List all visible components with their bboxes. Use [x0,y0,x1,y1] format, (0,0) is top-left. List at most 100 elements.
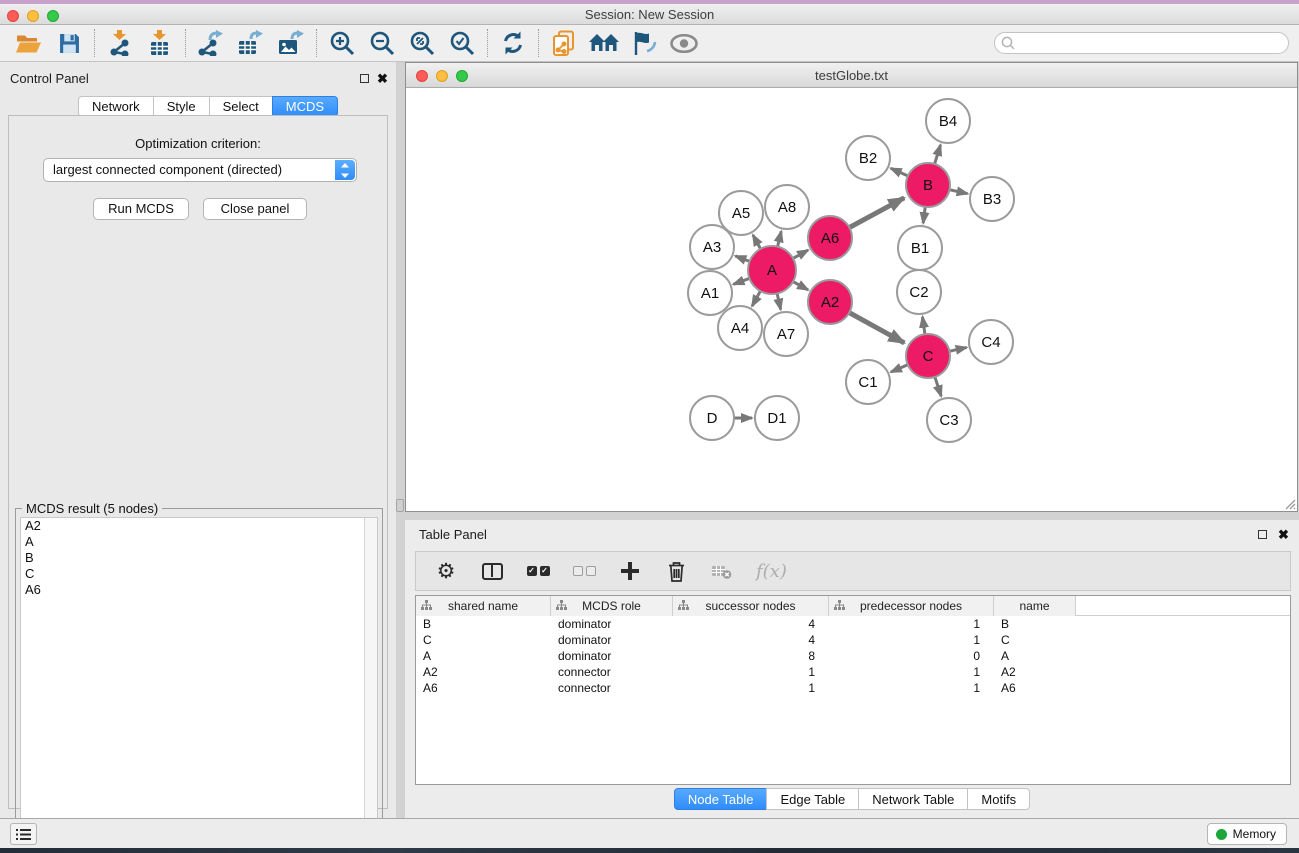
memory-button[interactable]: Memory [1207,823,1287,845]
table-options-gear-icon[interactable]: ⚙ [434,557,458,585]
float-panel-icon[interactable] [360,74,369,83]
control-panel-title: Control Panel [10,71,89,86]
mcds-list-scrollbar[interactable] [364,518,377,842]
refresh-icon[interactable] [496,28,530,58]
open-folder-icon[interactable] [12,28,46,58]
table-cell: C [416,632,551,648]
zoom-fit-icon[interactable] [405,28,439,58]
vertical-splitter-handle[interactable] [396,499,404,512]
close-panel-button[interactable]: Close panel [203,198,307,220]
memory-status-dot [1216,829,1227,840]
table-body: Bdominator41BCdominator41CAdominator80AA… [416,616,1290,696]
table-cell: A [994,648,1076,664]
export-image-icon[interactable] [274,28,308,58]
table-row[interactable]: Cdominator41C [416,632,1290,648]
graph-node-label-A8: A8 [778,199,796,216]
column-header-mcds-role[interactable]: MCDS role [551,596,673,616]
network-canvas[interactable]: B4B2BB3A5A8A6A3AB1A1A2C2A4A7C4CC1C3DD1 [406,89,1297,511]
status-bar: Memory [0,818,1299,848]
tab-motifs[interactable]: Motifs [967,788,1030,810]
table-cell: dominator [551,616,673,632]
column-header-name[interactable]: name [994,596,1076,616]
deselect-all-checkboxes-icon[interactable] [572,557,596,585]
graph-node-label-A1: A1 [701,285,719,302]
mcds-result-item[interactable]: C [21,566,377,582]
graph-node-label-B4: B4 [939,113,957,130]
network-window-titlebar: testGlobe.txt [406,63,1297,88]
function-builder-icon[interactable]: f(x) [756,557,787,585]
table-row[interactable]: A2connector11A2 [416,664,1290,680]
hide-selected-icon[interactable] [627,28,661,58]
optimization-criterion-dropdown[interactable]: largest connected component (directed) [43,158,357,182]
table-cell: B [416,616,551,632]
graph-node-label-C3: C3 [939,412,958,429]
delete-column-trash-icon[interactable] [664,557,688,585]
table-cell: 0 [829,648,994,664]
task-history-button[interactable] [10,823,37,845]
float-table-panel-icon[interactable] [1258,530,1267,539]
column-header-shared-name[interactable]: shared name [416,596,551,616]
tab-style[interactable]: Style [153,96,210,117]
zoom-out-icon[interactable] [365,28,399,58]
table-cell: 1 [829,664,994,680]
table-toolbar: ⚙ ✓✓ f(x) [415,551,1291,591]
close-table-panel-icon[interactable]: ✖ [1278,529,1289,540]
tab-mcds[interactable]: MCDS [272,96,338,117]
tab-node-table[interactable]: Node Table [674,788,768,810]
zoom-in-icon[interactable] [325,28,359,58]
column-header-successor-nodes[interactable]: successor nodes [673,596,829,616]
tab-edge-table[interactable]: Edge Table [766,788,859,810]
network-view-window: testGlobe.txt B4B2BB3A5A8A6A3AB1A1A2C2A4… [405,62,1298,512]
import-network-icon[interactable] [103,28,137,58]
toolbar-separator [316,29,317,57]
table-row[interactable]: A6connector11A6 [416,680,1290,696]
mcds-result-title: MCDS result (5 nodes) [22,501,162,516]
graph-node-label-A: A [767,262,777,279]
table-cell: 1 [829,632,994,648]
show-column-icon[interactable] [480,557,504,585]
column-header-predecessor-nodes[interactable]: predecessor nodes [829,596,994,616]
table-cell: connector [551,664,673,680]
table-cell: A [416,648,551,664]
mcds-result-item[interactable]: A6 [21,582,377,598]
table-cell: 1 [829,616,994,632]
table-panel-tabs: Node TableEdge TableNetwork TableMotifs [405,788,1299,810]
resize-grip-icon[interactable] [1282,496,1296,510]
table-cell: B [994,616,1076,632]
mcds-result-item[interactable]: A [21,534,377,550]
table-row[interactable]: Bdominator41B [416,616,1290,632]
tab-network-table[interactable]: Network Table [858,788,968,810]
zoom-selected-icon[interactable] [445,28,479,58]
toolbar-separator [487,29,488,57]
mcds-tab-content: Optimization criterion: largest connecte… [8,115,388,809]
search-input[interactable] [994,32,1289,54]
table-panel: Table Panel ✖ ⚙ ✓✓ f(x) shared name [405,520,1299,818]
desktop-bottom-strip [0,848,1299,853]
import-table-icon[interactable] [143,28,177,58]
table-cell: 1 [829,680,994,696]
tab-network[interactable]: Network [78,96,154,117]
mcds-result-item[interactable]: B [21,550,377,566]
table-row[interactable]: Adominator80A [416,648,1290,664]
table-cell: 1 [673,664,829,680]
graph-node-label-A7: A7 [777,326,795,343]
delete-table-icon[interactable] [710,557,734,585]
table-cell: 4 [673,632,829,648]
tab-select[interactable]: Select [209,96,273,117]
home-view-icon[interactable] [587,28,621,58]
show-all-eye-icon[interactable] [667,28,701,58]
export-table-icon[interactable] [234,28,268,58]
memory-label: Memory [1233,827,1276,841]
run-mcds-button[interactable]: Run MCDS [93,198,189,220]
mcds-result-item[interactable]: A2 [21,518,377,534]
close-panel-icon[interactable]: ✖ [377,73,388,84]
clone-network-icon[interactable] [547,28,581,58]
select-all-checkboxes-icon[interactable]: ✓✓ [526,557,550,585]
add-column-icon[interactable] [618,557,642,585]
table-cell: dominator [551,632,673,648]
toolbar-separator [94,29,95,57]
export-network-icon[interactable] [194,28,228,58]
graph-node-label-A2: A2 [821,294,839,311]
save-session-icon[interactable] [52,28,86,58]
graph-node-label-C: C [923,348,934,365]
